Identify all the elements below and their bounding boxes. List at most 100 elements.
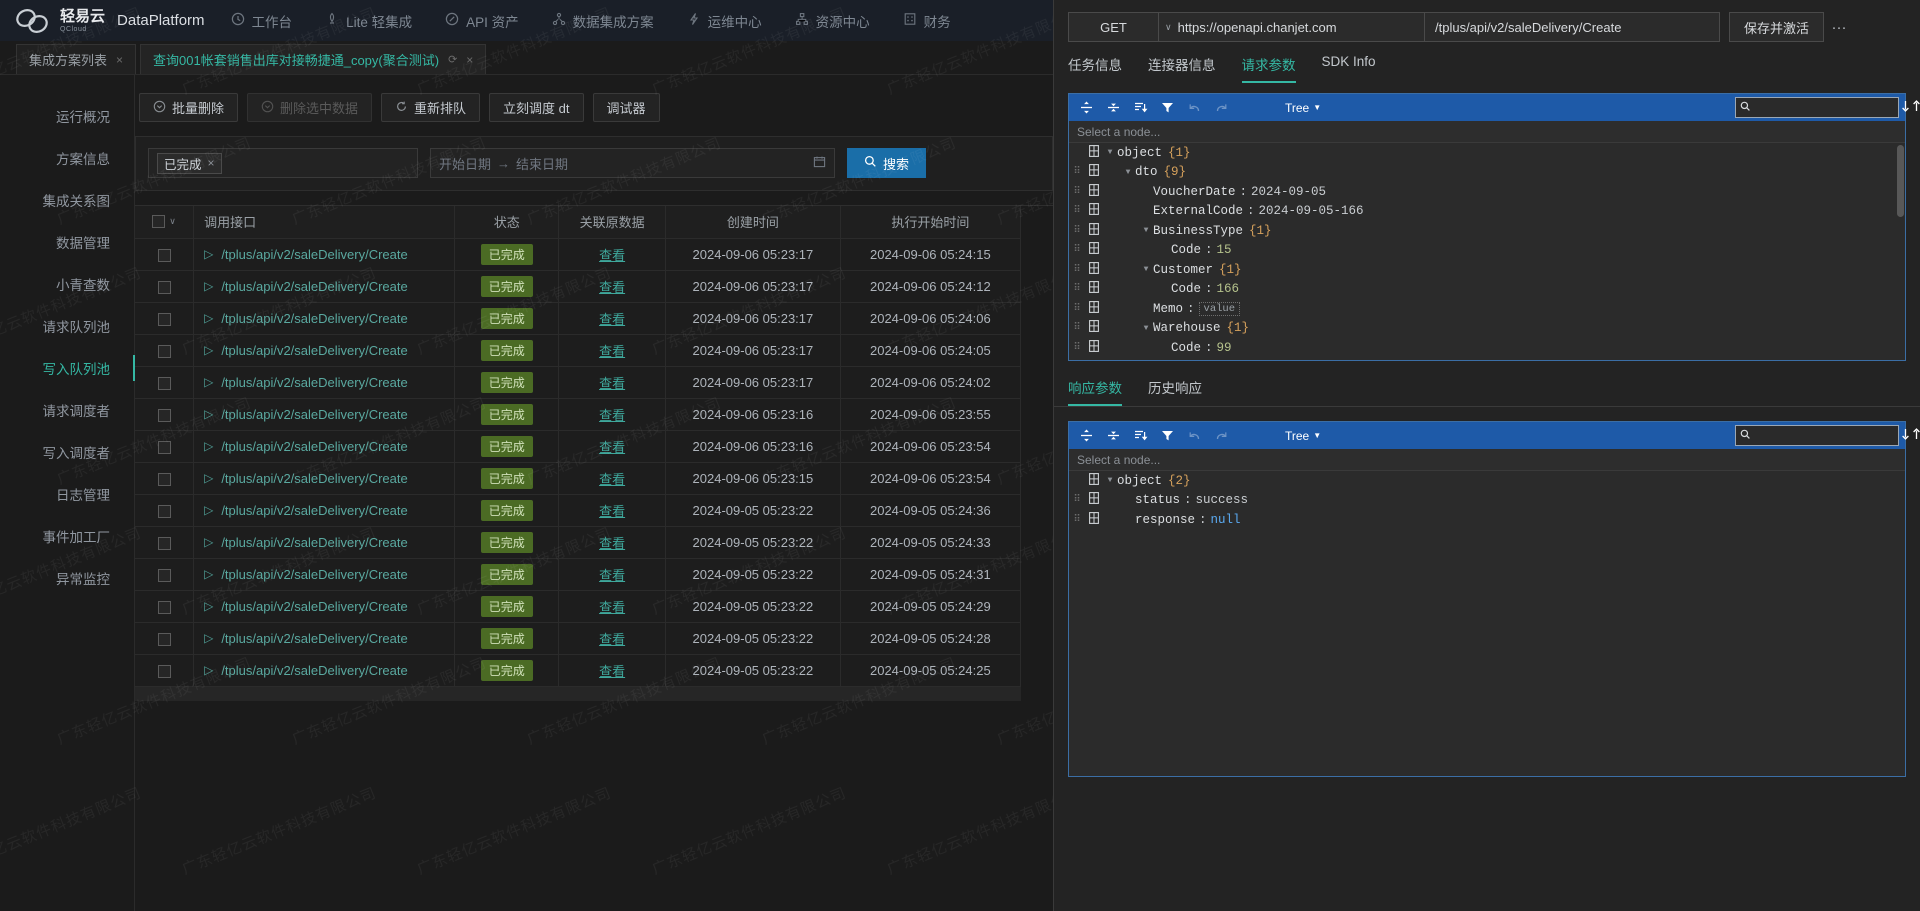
row-checkbox[interactable] (157, 632, 171, 646)
close-icon[interactable]: × (116, 53, 123, 67)
debugger-button[interactable]: 调试器 (592, 93, 660, 122)
run-icon[interactable]: ▷ (204, 599, 213, 613)
view-link[interactable]: 查看 (599, 504, 625, 519)
editor-node-path[interactable]: Select a node... (1069, 449, 1905, 471)
save-and-activate-button[interactable]: 保存并激活 (1729, 12, 1825, 42)
select-all-checkbox[interactable] (152, 215, 166, 229)
json-tree-row[interactable]: ⠿ ▼ BusinessType {1} (1069, 221, 1905, 241)
more-options-icon[interactable]: ··· (1824, 12, 1854, 42)
collapse-all-icon[interactable] (1102, 425, 1124, 447)
node-menu-icon[interactable] (1085, 222, 1103, 239)
row-checkbox[interactable] (157, 280, 171, 294)
redo-icon[interactable] (1210, 97, 1232, 119)
sidebar-item-log-management[interactable]: 日志管理 (0, 473, 134, 515)
node-menu-icon[interactable] (1085, 511, 1103, 528)
drag-handle-icon[interactable]: ⠿ (1069, 246, 1085, 256)
tab-connector-info[interactable]: 连接器信息 (1148, 54, 1216, 83)
json-tree-row[interactable]: ⠿ ▼ Customer {1} (1069, 260, 1905, 280)
search-next-icon[interactable] (1901, 427, 1910, 445)
drag-handle-icon[interactable]: ⠿ (1069, 515, 1085, 525)
editor-search-box[interactable] (1735, 425, 1920, 446)
row-checkbox[interactable] (157, 408, 171, 422)
node-menu-icon[interactable] (1085, 261, 1103, 278)
batch-delete-button[interactable]: 批量删除 (139, 93, 239, 122)
tab-response-history[interactable]: 历史响应 (1148, 377, 1202, 406)
table-row[interactable]: ▷ /tplus/api/v2/saleDelivery/Create 已完成 查看 2… (135, 526, 1022, 559)
sort-icon[interactable] (1129, 97, 1151, 119)
node-menu-icon[interactable] (1085, 281, 1103, 297)
sidebar-item-write-scheduler[interactable]: 写入调度者 (0, 431, 134, 473)
table-row[interactable]: ▷ /tplus/api/v2/saleDelivery/Create 已完成 查看 2… (135, 654, 1022, 687)
json-tree-row[interactable]: ⠿ ▼Code:166 (1069, 280, 1905, 300)
view-link[interactable]: 查看 (599, 312, 625, 327)
sidebar-item-overview[interactable]: 运行概况 (0, 95, 134, 137)
run-icon[interactable]: ▷ (204, 503, 213, 517)
run-icon[interactable]: ▷ (204, 631, 213, 645)
node-menu-icon[interactable] (1085, 203, 1103, 219)
node-menu-icon[interactable] (1085, 320, 1103, 336)
view-link[interactable]: 查看 (599, 664, 625, 679)
json-tree-row[interactable]: ▼ object {1} (1069, 143, 1905, 163)
tab-request-params[interactable]: 请求参数 (1241, 54, 1296, 83)
table-row[interactable]: ▷ /tplus/api/v2/saleDelivery/Create 已完成 查看 2… (135, 366, 1022, 399)
refresh-icon[interactable]: ⟳ (448, 53, 457, 66)
row-checkbox[interactable] (157, 344, 171, 358)
row-checkbox[interactable] (157, 248, 171, 262)
sort-icon[interactable] (1129, 425, 1151, 447)
json-value[interactable]: 2024-09-05-166 (1259, 204, 1364, 218)
close-icon[interactable]: × (208, 156, 215, 170)
json-tree-row[interactable]: ⠿ ▼ dto {9} (1069, 163, 1905, 183)
col-source-data[interactable]: 关联原数据 (558, 206, 667, 239)
table-row[interactable]: ▷ /tplus/api/v2/saleDelivery/Create 已完成 查看 2… (135, 302, 1022, 335)
tab-response-params[interactable]: 响应参数 (1068, 377, 1122, 406)
drag-handle-icon[interactable]: ⠿ (1069, 304, 1085, 314)
view-link[interactable]: 查看 (599, 408, 625, 423)
table-row[interactable]: ▷ /tplus/api/v2/saleDelivery/Create 已完成 查看 2… (135, 558, 1022, 591)
run-icon[interactable]: ▷ (204, 247, 213, 261)
search-input[interactable] (1755, 101, 1897, 114)
json-value[interactable]: success (1196, 493, 1249, 507)
json-tree-row[interactable]: ⠿ ▼Memo:value (1069, 299, 1905, 319)
sidebar-item-exception-monitor[interactable]: 异常监控 (0, 557, 134, 599)
drag-handle-icon[interactable]: ⠿ (1069, 168, 1085, 178)
tab-sdk-info[interactable]: SDK Info (1322, 54, 1376, 83)
json-value[interactable]: 15 (1217, 243, 1232, 257)
filter-icon[interactable] (1156, 425, 1178, 447)
run-icon[interactable]: ▷ (204, 535, 213, 549)
path-input[interactable]: /tplus/api/v2/saleDelivery/Create (1424, 12, 1720, 42)
editor-mode-select[interactable]: Tree ▼ (1285, 429, 1321, 443)
run-icon[interactable]: ▷ (204, 343, 213, 357)
json-value[interactable]: null (1211, 513, 1241, 527)
run-icon[interactable]: ▷ (204, 311, 213, 325)
search-prev-icon[interactable] (1912, 427, 1920, 445)
caret-expanded-icon[interactable]: ▼ (1139, 265, 1153, 274)
tab-active-scheme[interactable]: 查询001帐套销售出库对接畅捷通_copy(聚合测试) ⟳ × (140, 44, 487, 74)
close-icon[interactable]: × (466, 53, 473, 67)
table-row[interactable]: ▷ /tplus/api/v2/saleDelivery/Create 已完成 查看 2… (135, 494, 1022, 527)
editor-node-path[interactable]: Select a node... (1069, 121, 1905, 143)
expand-all-icon[interactable] (1075, 425, 1097, 447)
tab-task-info[interactable]: 任务信息 (1068, 54, 1122, 83)
node-menu-icon[interactable] (1085, 144, 1103, 161)
run-icon[interactable]: ▷ (204, 471, 213, 485)
nav-item-ops-center[interactable]: 运维中心 (687, 11, 762, 31)
caret-expanded-icon[interactable]: ▼ (1103, 476, 1117, 485)
request-tree[interactable]: ▼object{1}⠿▼dto{9}⠿▼VoucherDate:2024-09-… (1069, 143, 1905, 360)
sidebar-item-event-factory[interactable]: 事件加工厂 (0, 515, 134, 557)
node-menu-icon[interactable] (1085, 492, 1103, 508)
nav-item-workbench[interactable]: 工作台 (231, 11, 292, 31)
row-checkbox[interactable] (157, 440, 171, 454)
view-link[interactable]: 查看 (599, 536, 625, 551)
chevron-down-icon[interactable]: ∨ (1165, 22, 1172, 33)
response-tree[interactable]: ▼object{2}⠿▼status:success⠿▼response:nul… (1069, 471, 1905, 776)
table-row[interactable]: ▷ /tplus/api/v2/saleDelivery/Create 已完成 查看 2… (135, 462, 1022, 495)
caret-expanded-icon[interactable]: ▼ (1139, 226, 1153, 235)
run-icon[interactable]: ▷ (204, 407, 213, 421)
col-created-time[interactable]: 创建时间 (665, 206, 841, 239)
filter-icon[interactable] (1156, 97, 1178, 119)
tab-integration-list[interactable]: 集成方案列表 × (16, 44, 137, 74)
drag-handle-icon[interactable]: ⠿ (1069, 496, 1085, 506)
drag-handle-icon[interactable]: ⠿ (1069, 207, 1085, 217)
status-filter-input[interactable]: 已完成 × (148, 148, 418, 178)
view-link[interactable]: 查看 (599, 568, 625, 583)
